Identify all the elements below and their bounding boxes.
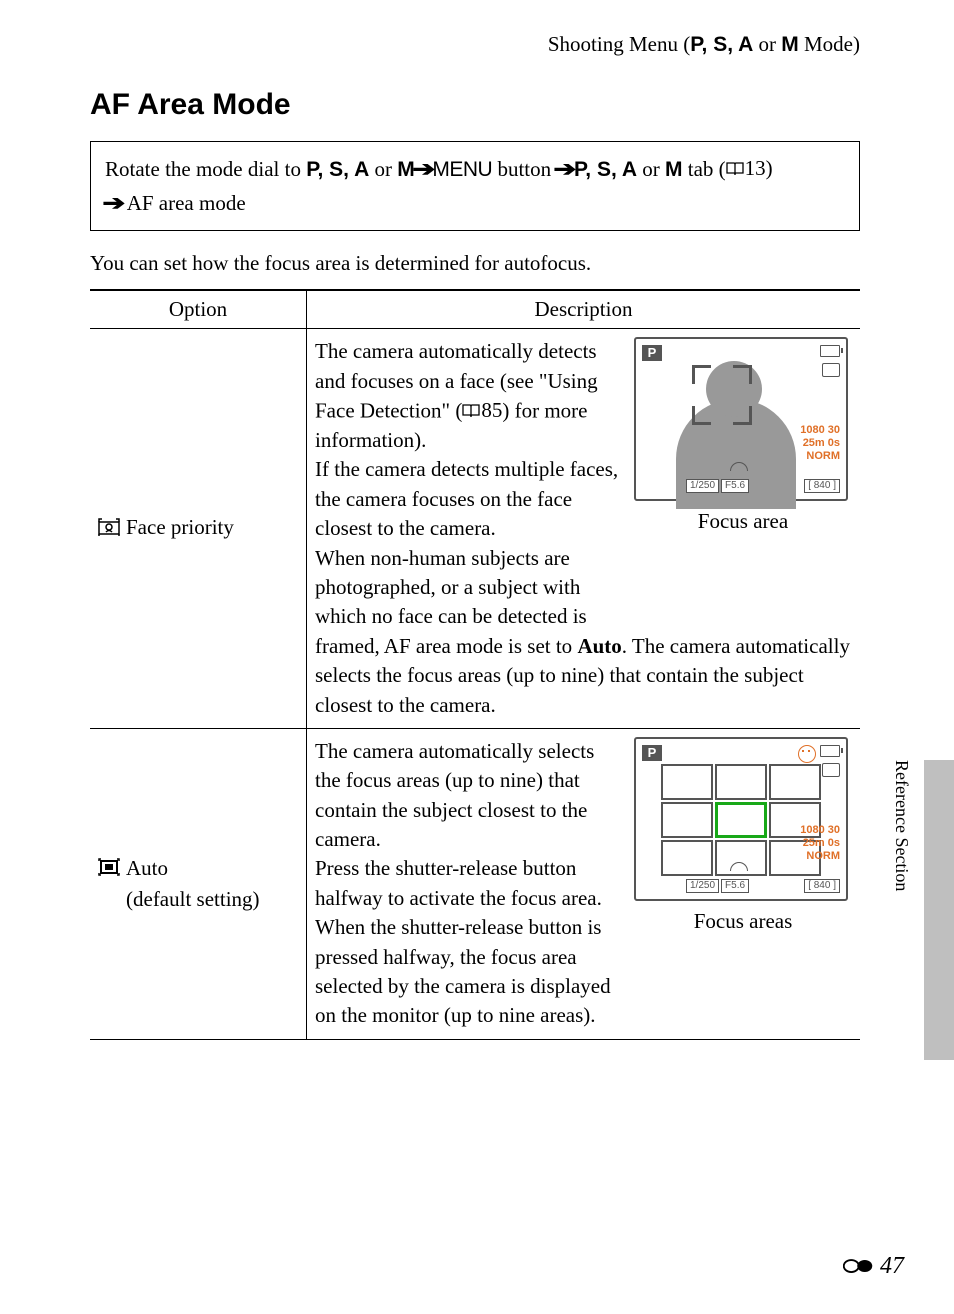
battery-icon	[820, 345, 840, 357]
navigation-path: Rotate the mode dial to P, S, A or M ➔ M…	[90, 141, 860, 231]
th-description: Description	[307, 290, 861, 329]
face-detect-icon	[798, 745, 816, 763]
face-priority-diagram: P 1080 30 25m 0s NORM 1/250 F5.6	[634, 337, 852, 536]
manual-ref-icon: 13)	[726, 152, 773, 186]
page-number: 47	[843, 1249, 904, 1284]
auto-desc: The camera automatically selects the foc…	[315, 737, 624, 1031]
section-title: AF Area Mode	[90, 84, 860, 126]
card-icon	[822, 363, 840, 377]
side-tab	[924, 760, 954, 1060]
auto-af-icon	[98, 855, 120, 884]
options-table: Option Description Face priority The cam…	[90, 289, 860, 1040]
wifi-icon	[728, 459, 748, 471]
th-option: Option	[90, 290, 307, 329]
focus-brackets	[692, 365, 752, 425]
row-auto: Auto (default setting) The camera automa…	[90, 728, 860, 1039]
page-header: Shooting Menu (P, S, A or M Mode)	[90, 30, 860, 59]
face-priority-icon	[98, 515, 120, 544]
battery-icon	[820, 745, 840, 757]
card-icon	[822, 763, 840, 777]
wifi-icon	[728, 859, 748, 871]
side-label: Reference Section	[889, 760, 914, 891]
face-priority-desc: The camera automatically detects and foc…	[315, 337, 624, 632]
lead-text: You can set how the focus area is determ…	[90, 249, 860, 278]
face-priority-desc-cont: framed, AF area mode is set to Auto. The…	[315, 632, 852, 720]
reference-link-icon	[843, 1252, 880, 1279]
auto-diagram: P 1080 30 25m 0s	[634, 737, 852, 936]
row-face-priority: Face priority The camera automatically d…	[90, 329, 860, 729]
